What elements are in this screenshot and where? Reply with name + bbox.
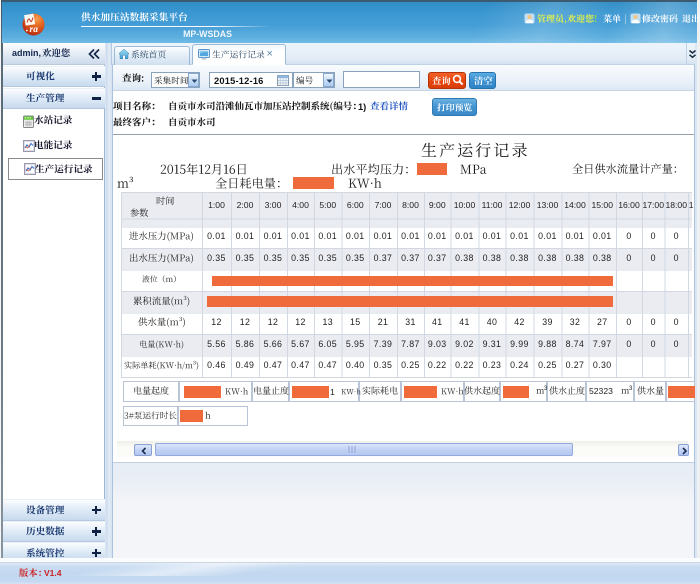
svg-text:ra: ra: [30, 25, 39, 35]
